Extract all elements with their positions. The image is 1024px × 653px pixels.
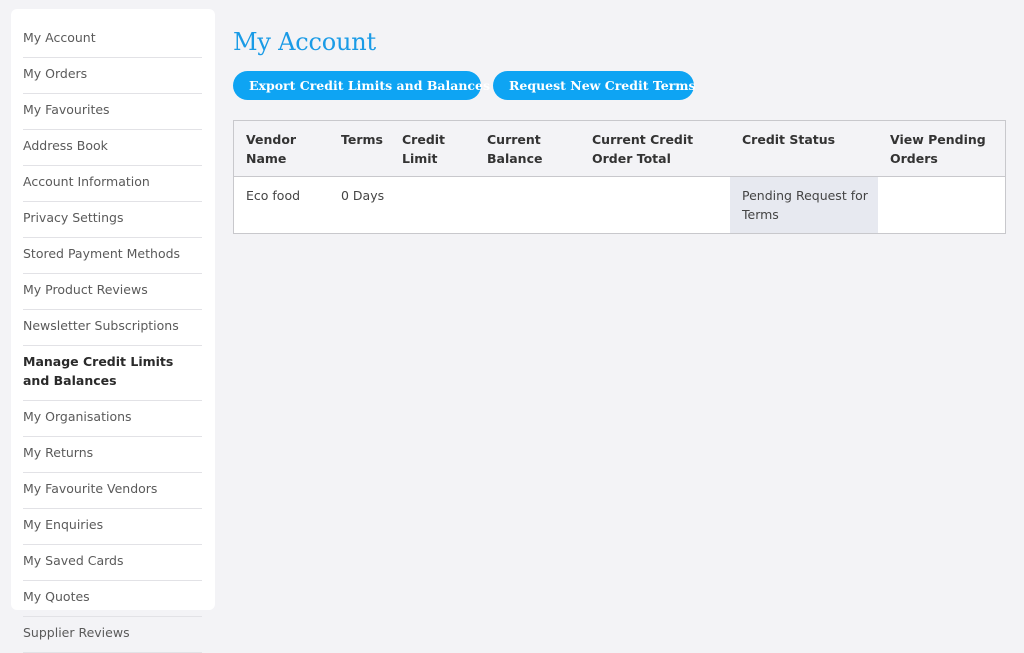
sidebar-item-address-book[interactable]: Address Book: [23, 134, 202, 166]
cell-credit-limit: [390, 177, 475, 233]
table-row: Eco food 0 Days Pending Request for Term…: [234, 177, 1005, 233]
sidebar-item-manage-credit-limits[interactable]: Manage Credit Limits and Balances: [23, 350, 202, 401]
sidebar-item-my-saved-cards[interactable]: My Saved Cards: [23, 549, 202, 581]
cell-current-balance: [475, 177, 580, 233]
sidebar-item-newsletter-subscriptions[interactable]: Newsletter Subscriptions: [23, 314, 202, 346]
page-title: My Account: [233, 28, 376, 56]
sidebar-item-my-orders[interactable]: My Orders: [23, 62, 202, 94]
cell-vendor-name: Eco food: [246, 188, 301, 203]
credit-limits-table: Vendor Name Terms Credit Limit Current B…: [233, 120, 1006, 234]
column-header-vendor-name: Vendor Name: [246, 132, 297, 166]
sidebar-item-my-quotes[interactable]: My Quotes: [23, 585, 202, 617]
column-header-view-pending-orders: View Pending Orders: [890, 132, 986, 166]
sidebar-item-my-returns[interactable]: My Returns: [23, 441, 202, 473]
sidebar-item-my-account[interactable]: My Account: [23, 26, 202, 58]
sidebar-item-privacy-settings[interactable]: Privacy Settings: [23, 206, 202, 238]
cell-view-pending-orders[interactable]: [878, 177, 1005, 233]
column-header-current-balance: Current Balance: [487, 132, 543, 166]
sidebar-item-stored-payment-methods[interactable]: Stored Payment Methods: [23, 242, 202, 274]
cell-credit-status: Pending Request for Terms: [730, 177, 878, 233]
cell-current-credit-order-total: [580, 177, 730, 233]
column-header-credit-status: Credit Status: [742, 132, 836, 147]
account-sidebar: My Account My Orders My Favourites Addre…: [11, 9, 215, 653]
column-header-terms: Terms: [341, 132, 383, 147]
table-header-row: Vendor Name Terms Credit Limit Current B…: [234, 121, 1005, 177]
sidebar-item-my-enquiries[interactable]: My Enquiries: [23, 513, 202, 545]
column-header-credit-limit: Credit Limit: [402, 132, 446, 166]
sidebar-item-supplier-reviews[interactable]: Supplier Reviews: [23, 621, 202, 653]
sidebar-item-my-organisations[interactable]: My Organisations: [23, 405, 202, 437]
sidebar-item-account-information[interactable]: Account Information: [23, 170, 202, 202]
request-credit-terms-button[interactable]: Request New Credit Terms: [493, 71, 696, 100]
export-credit-limits-button[interactable]: Export Credit Limits and Balances: [233, 71, 490, 100]
sidebar-item-my-favourite-vendors[interactable]: My Favourite Vendors: [23, 477, 202, 509]
sidebar-item-my-favourites[interactable]: My Favourites: [23, 98, 202, 130]
sidebar-item-my-product-reviews[interactable]: My Product Reviews: [23, 278, 202, 310]
cell-terms: 0 Days: [341, 188, 385, 203]
column-header-current-credit-order-total: Current Credit Order Total: [592, 132, 694, 166]
